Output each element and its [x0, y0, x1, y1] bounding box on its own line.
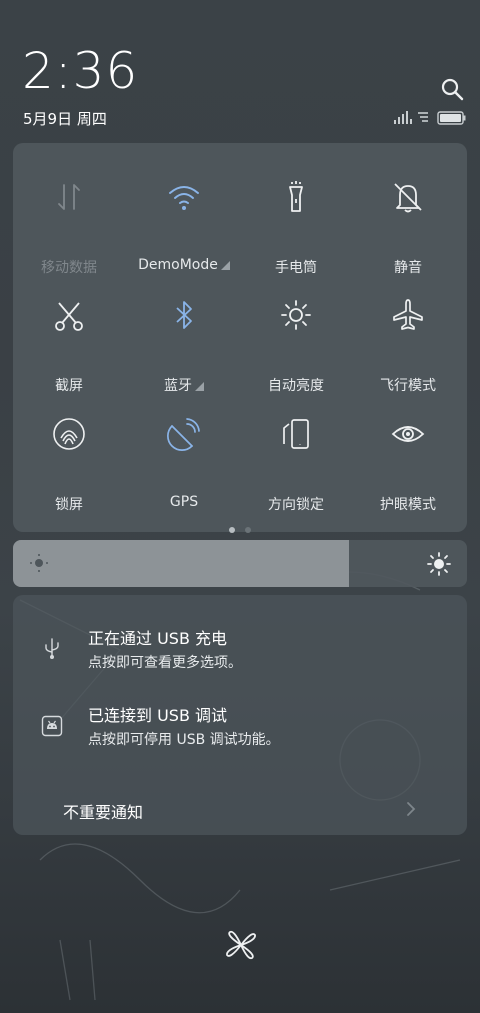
wifi-icon	[169, 186, 199, 210]
status-icons	[394, 111, 466, 125]
clock-time: 2:36	[22, 42, 139, 100]
unimportant-notifications-link[interactable]: 不重要通知	[63, 799, 143, 823]
tile-label: 锁屏	[55, 497, 83, 513]
notification-subtitle: 点按即可停用 USB 调试功能。	[88, 732, 280, 748]
usb-charging-icon	[45, 638, 59, 659]
tile-label: 飞行模式	[380, 378, 436, 394]
chevron-right-icon[interactable]	[405, 800, 417, 818]
notification-usb-charging[interactable]: 正在通过 USB 充电 点按即可查看更多选项。	[13, 623, 467, 683]
tile-label: DemoMode	[128, 257, 240, 273]
clear-all-fan-icon[interactable]	[222, 926, 260, 964]
tile-label: 方向锁定	[268, 497, 324, 513]
clock-date: 5月9日 周四	[23, 110, 107, 128]
page-dot	[245, 527, 251, 533]
tile-gps[interactable]: GPS	[128, 398, 240, 510]
wifi-status-icon	[418, 112, 428, 122]
quick-settings-panel: 移动数据 DemoMode 手电筒 静音 截屏 蓝牙 自动亮度 飞行模式 锁屏 …	[13, 143, 467, 533]
tile-rotation-lock[interactable]: 方向锁定	[240, 398, 352, 513]
expand-arrow-icon[interactable]	[220, 261, 230, 270]
tile-bluetooth[interactable]: 蓝牙	[128, 279, 240, 394]
screenshot-icon	[55, 302, 83, 331]
tile-label: 护眼模式	[380, 497, 436, 513]
auto-brightness-icon	[281, 300, 311, 330]
tile-label: 蓝牙	[128, 375, 240, 395]
tile-label: 自动亮度	[268, 378, 324, 394]
tile-label: GPS	[169, 494, 199, 510]
tile-eye-care[interactable]: 护眼模式	[352, 398, 464, 513]
notification-title: 正在通过 USB 充电	[88, 629, 228, 648]
gps-icon	[167, 418, 200, 451]
mobile-data-icon	[58, 184, 80, 210]
page-indicator	[13, 518, 467, 537]
tile-label: 手电筒	[275, 260, 317, 276]
android-debug-icon	[41, 715, 63, 737]
bluetooth-icon	[176, 301, 192, 329]
tile-wifi[interactable]: DemoMode	[128, 161, 240, 273]
notification-title: 已连接到 USB 调试	[88, 706, 228, 725]
flashlight-icon	[289, 181, 303, 212]
page-dot-active	[229, 527, 235, 533]
expand-arrow-icon[interactable]	[195, 382, 204, 391]
tile-flashlight[interactable]: 手电筒	[240, 161, 352, 276]
notification-subtitle: 点按即可查看更多选项。	[88, 655, 242, 671]
tile-auto-brightness[interactable]: 自动亮度	[240, 279, 352, 394]
lock-screen-icon	[53, 418, 85, 450]
tile-label: 静音	[394, 260, 422, 276]
tile-airplane[interactable]: 飞行模式	[352, 279, 464, 394]
notification-usb-debug[interactable]: 已连接到 USB 调试 点按即可停用 USB 调试功能。	[13, 705, 467, 765]
tile-screenshot[interactable]: 截屏	[13, 279, 125, 394]
brightness-low-icon	[30, 554, 48, 572]
search-icon[interactable]	[440, 77, 464, 101]
tile-mobile-data[interactable]: 移动数据	[13, 161, 125, 276]
mute-icon	[394, 183, 422, 213]
brightness-fill	[13, 540, 349, 587]
signal-icon	[394, 111, 412, 124]
notification-group: 正在通过 USB 充电 点按即可查看更多选项。 已连接到 USB 调试 点按即可…	[13, 595, 467, 835]
battery-icon	[437, 111, 466, 125]
rotation-lock-icon	[283, 419, 309, 449]
airplane-icon	[393, 299, 423, 330]
tile-lock-screen[interactable]: 锁屏	[13, 398, 125, 513]
eye-care-icon	[391, 426, 425, 442]
tile-mute[interactable]: 静音	[352, 161, 464, 276]
tile-label: 截屏	[55, 378, 83, 394]
brightness-high-icon	[427, 552, 451, 576]
tile-label: 移动数据	[41, 260, 97, 276]
brightness-slider[interactable]	[13, 540, 467, 587]
